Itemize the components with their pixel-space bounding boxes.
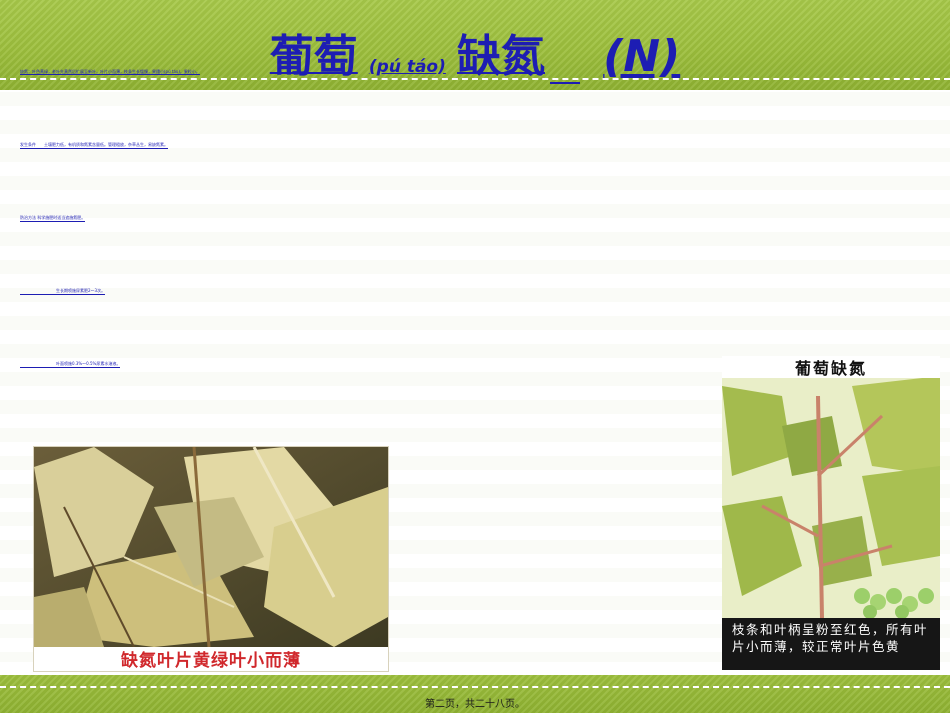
text-line-prevention: 防治方法 科学施肥时适当追施氮肥。 [20,215,86,222]
text-line-foliar: 叶面喷施0.3%～0.5%尿素水溶液。 [20,361,121,368]
header-band: 葡萄 (pú táo) 缺氮 (N) 缺氮：叶色黄绿，老叶先黄然后扩展至新叶，叶… [0,0,950,90]
right-photo-caption: 枝条和叶柄呈粉至红色，所有叶片小而薄，较正常叶片色黄 [722,618,940,670]
footer-dashed-line [0,686,950,688]
page-number-text: 第二页，共二十八页。 [425,699,525,710]
title-element: (N) [603,31,681,82]
right-photo-title: 葡萄缺氮 [722,356,940,378]
photo-grape-branch: 葡萄缺氮 枝条和叶柄呈粉至红色，所有叶片小而薄，较正常叶片色黄 [722,356,940,670]
text-line-conditions: 发生条件 土壤肥力低，有机质和氮素含量低。管理粗放，杂草丛生，易缺氮素。 [20,142,168,149]
left-photo-caption: 缺氮叶片黄绿叶小而薄 [121,650,301,671]
slide-page: 葡萄 (pú táo) 缺氮 (N) 缺氮：叶色黄绿，老叶先黄然后扩展至新叶，叶… [0,0,950,713]
header-dashed-line [0,78,950,80]
text-line-spray-urea: 生长期喷施尿素肥2～3次。 [20,288,106,295]
photo-yellow-leaves: 缺氮叶片黄绿叶小而薄 [33,446,389,672]
footer-band: 第二页，共二十八页。 [0,675,950,713]
subtitle-text: 缺氮：叶色黄绿，老叶先黄然后扩展至新叶，叶片小而薄，枝条生长缓慢，果穗小(pú … [20,69,200,74]
title-deficiency: 缺氮 [456,31,545,82]
leaf-photo-illustration [34,447,388,671]
title-main: 葡萄 [269,31,358,82]
title-pinyin: (pú táo) [368,56,446,77]
